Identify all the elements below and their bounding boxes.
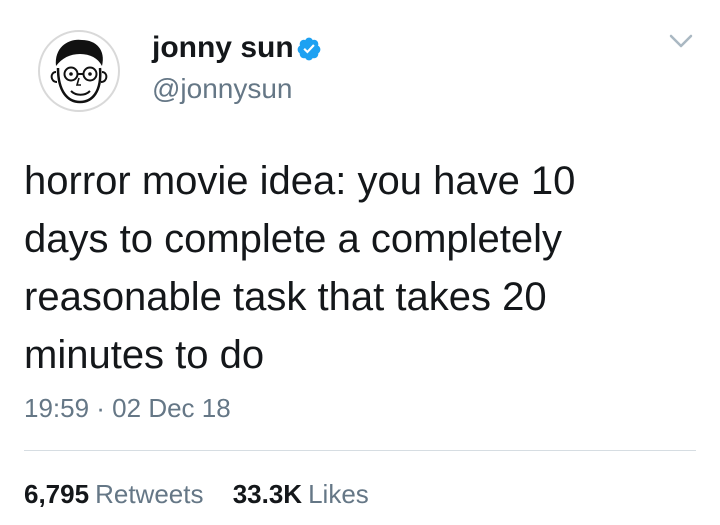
author-handle[interactable]: @jonnysun <box>152 72 293 106</box>
retweets-count: 6,795 <box>24 479 90 509</box>
retweets-label: Retweets <box>95 479 204 509</box>
tweet-timestamp[interactable]: 19:59 · 02 Dec 18 <box>24 392 231 424</box>
chevron-down-icon[interactable] <box>666 30 696 52</box>
likes-label: Likes <box>308 479 369 509</box>
tweet-stats: 6,795 Retweets 33.3K Likes <box>24 478 391 510</box>
tweet-text-line: minutes to do <box>24 333 265 377</box>
cartoon-face-avatar-icon <box>50 39 108 104</box>
likes-stat[interactable]: 33.3K Likes <box>233 478 369 510</box>
divider <box>24 450 696 451</box>
verified-badge-icon <box>297 37 321 61</box>
tweet-text: horror movie idea: you have 10 days to c… <box>24 152 684 384</box>
tweet-text-line: horror movie idea: you have 10 <box>24 159 576 203</box>
likes-count: 33.3K <box>232 479 303 509</box>
tweet-text-line: reasonable task that takes 20 <box>24 275 547 319</box>
tweet-card: jonny sun @jonnysun horror movie idea: y… <box>0 0 720 525</box>
avatar[interactable] <box>38 30 120 112</box>
tweet-text-line: days to complete a completely <box>24 217 563 261</box>
author-display-name[interactable]: jonny sun <box>152 30 294 66</box>
retweets-stat[interactable]: 6,795 Retweets <box>24 478 203 510</box>
